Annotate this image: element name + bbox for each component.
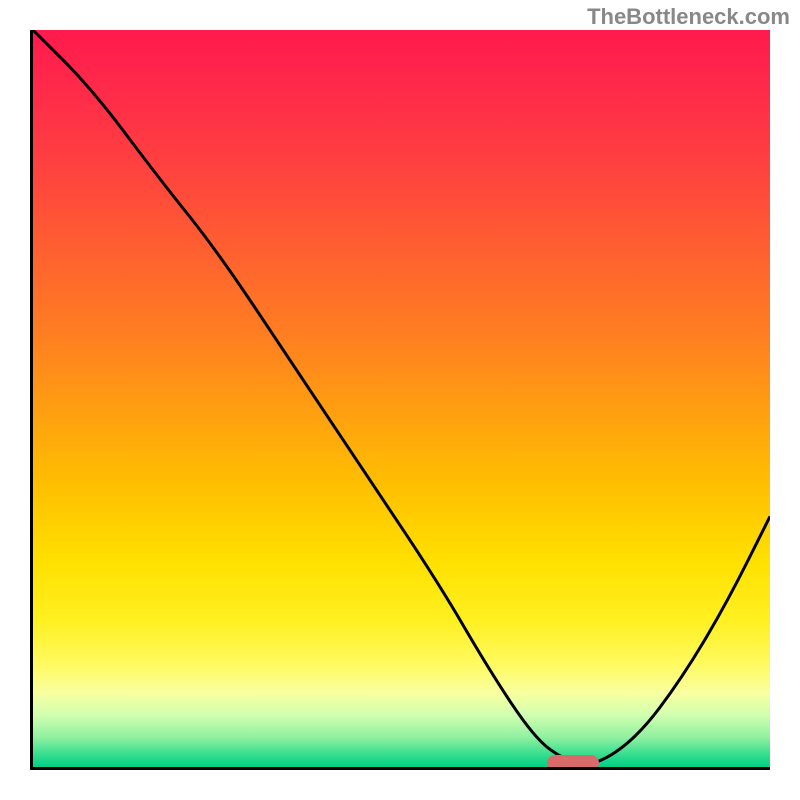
chart-curve-svg [33, 30, 770, 767]
watermark-text: TheBottleneck.com [587, 4, 790, 30]
chart-plot-area [30, 30, 770, 770]
optimal-marker [547, 755, 599, 770]
chart-curve-path [33, 30, 770, 764]
